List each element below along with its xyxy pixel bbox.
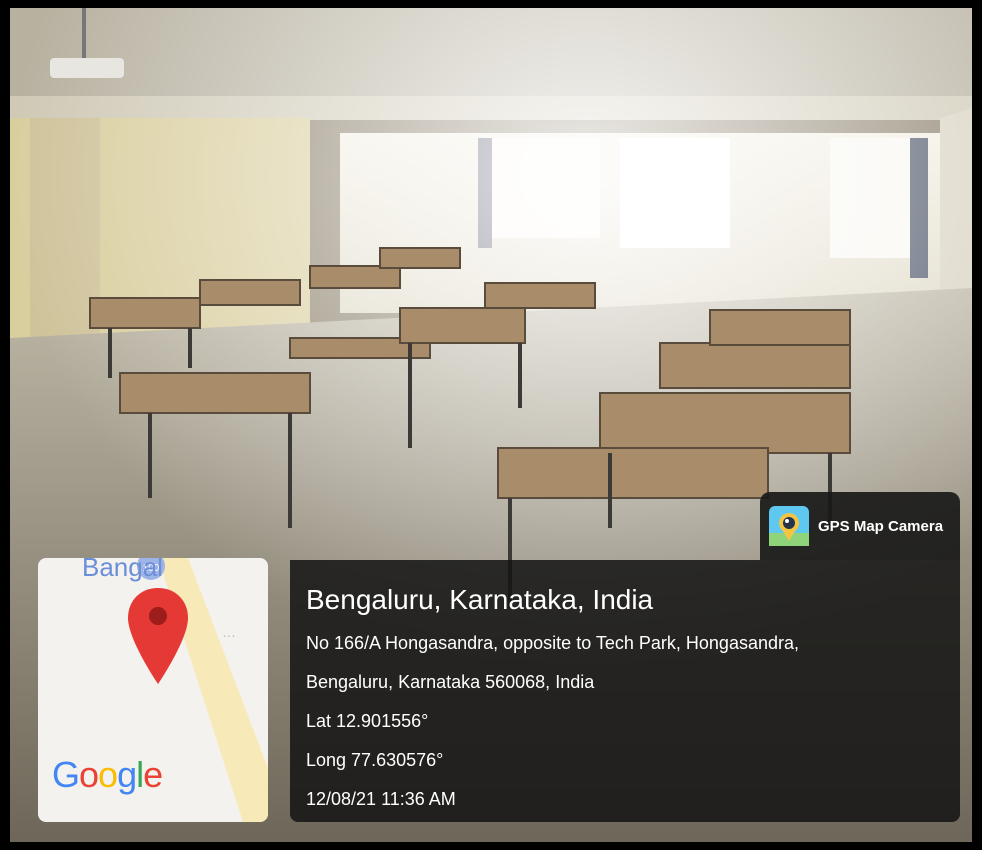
camera-pin-icon bbox=[769, 506, 809, 546]
google-logo-letter: G bbox=[52, 754, 80, 795]
map-place-label: Bangal bbox=[82, 558, 163, 582]
location-info-panel: Bengaluru, Karnataka, India No 166/A Hon… bbox=[290, 560, 960, 822]
gps-map-camera-badge: GPS Map Camera bbox=[760, 492, 960, 560]
app-name: GPS Map Camera bbox=[818, 517, 944, 535]
address-line-1: No 166/A Hongasandra, opposite to Tech P… bbox=[306, 633, 799, 653]
google-logo-letter: g bbox=[117, 754, 137, 795]
map-pin-icon bbox=[128, 588, 188, 684]
map-ellipsis: … bbox=[222, 624, 236, 640]
latitude: Lat 12.901556° bbox=[306, 711, 429, 731]
timestamp: 12/08/21 11:36 AM bbox=[306, 789, 456, 809]
longitude: Long 77.630576° bbox=[306, 750, 444, 770]
google-logo: Google bbox=[52, 754, 163, 796]
google-logo-letter: e bbox=[143, 754, 163, 795]
address-line-2: Bengaluru, Karnataka 560068, India bbox=[306, 672, 595, 692]
classroom-photo: GPS Map Camera Bengaluru, Karnataka, Ind… bbox=[10, 8, 972, 842]
google-logo-letter: o bbox=[79, 754, 99, 795]
city-heading: Bengaluru, Karnataka, India bbox=[306, 584, 654, 615]
google-logo-letter: o bbox=[98, 754, 118, 795]
map-thumbnail: 100 Bangal … Google bbox=[38, 558, 268, 822]
